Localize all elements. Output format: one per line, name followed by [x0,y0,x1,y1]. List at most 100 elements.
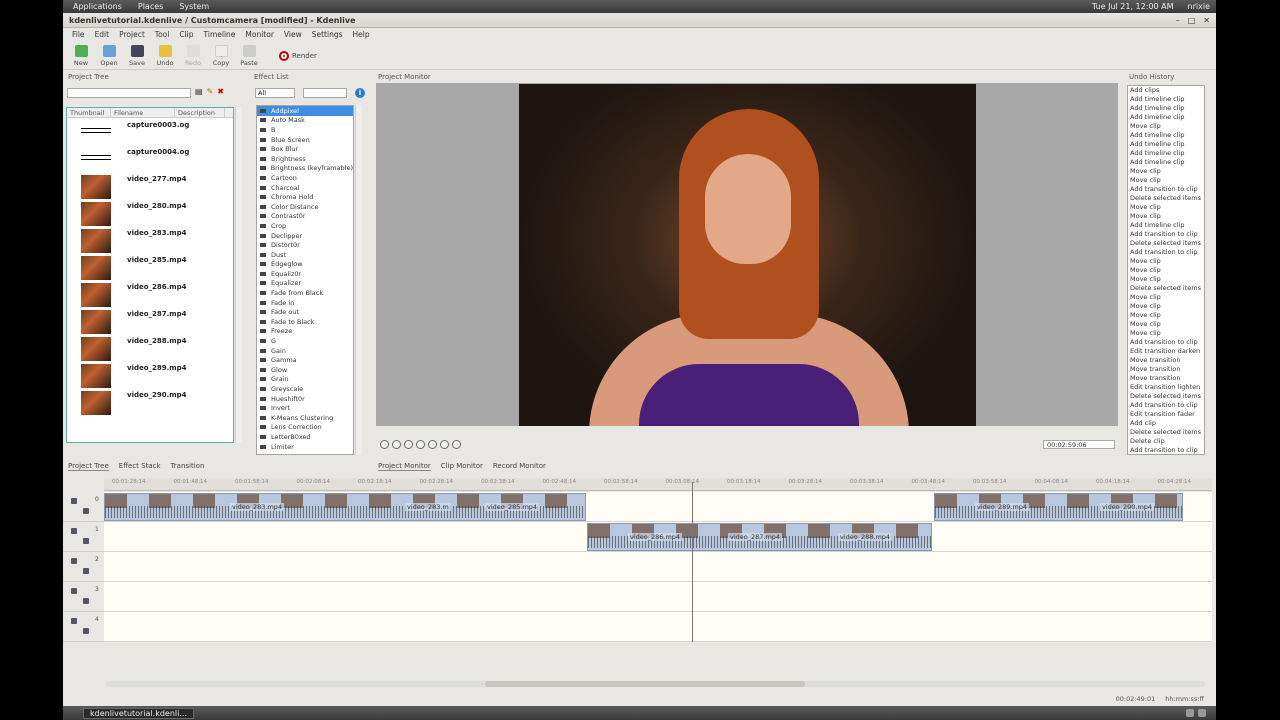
next-frame-icon[interactable] [416,440,425,449]
timeline-playhead[interactable] [692,482,693,642]
undo-history-item[interactable]: Move clip [1128,275,1204,284]
mute-icon[interactable] [71,498,77,504]
trash-icon[interactable] [1198,709,1206,717]
menu-edit[interactable]: Edit [90,29,115,41]
undo-history-item[interactable]: Add transition to clip [1128,446,1204,454]
project-item[interactable]: video_290.mp4 [67,388,233,415]
project-tree-search[interactable] [67,88,191,98]
effect-item[interactable]: Limiter [257,442,353,452]
redo-button[interactable]: Redo [181,45,205,69]
monitor-timecode[interactable]: 00:02:59:06 [1043,440,1115,449]
project-item[interactable]: video_286.mp4 [67,280,233,307]
undo-history-item[interactable]: Move clip [1128,122,1204,131]
menu-timeline[interactable]: Timeline [199,29,241,41]
track-header[interactable]: 1 [63,522,104,552]
project-item[interactable]: video_289.mp4 [67,361,233,388]
undo-history-item[interactable]: Move clip [1128,257,1204,266]
undo-history-item[interactable]: Add transition to clip [1128,401,1204,410]
undo-history-item[interactable]: Delete selected items [1128,239,1204,248]
zone-start-icon[interactable] [440,440,449,449]
undo-history-item[interactable]: Delete selected items [1128,428,1204,437]
timeline-clip[interactable]: video_289.mp4 video_290.mp4 [934,493,1183,521]
col-filename[interactable]: Filename [111,108,175,117]
forward-icon[interactable] [428,440,437,449]
undo-history-item[interactable]: Delete selected items [1128,194,1204,203]
effect-item[interactable]: Addpixel [257,106,353,116]
effect-item[interactable]: Lens Correction [257,423,353,433]
effect-item[interactable]: Grain [257,375,353,385]
effect-item[interactable]: Fade out [257,307,353,317]
add-clip-icon[interactable]: ▤ [195,87,203,96]
undo-history-item[interactable]: Add timeline clip [1128,158,1204,167]
menu-monitor[interactable]: Monitor [240,29,279,41]
effect-item[interactable]: Dust [257,250,353,260]
effect-item[interactable]: Blue Screen [257,135,353,145]
effect-search-input[interactable] [303,88,347,98]
effect-item[interactable]: G [257,336,353,346]
effect-item[interactable]: Charcoal [257,183,353,193]
menu-settings[interactable]: Settings [307,29,348,41]
undo-history-item[interactable]: Add transition to clip [1128,338,1204,347]
undo-history-item[interactable]: Add clips [1128,86,1204,95]
effect-item[interactable]: Declipper [257,231,353,241]
render-button[interactable]: Render [279,51,317,69]
paste-button[interactable]: Paste [237,45,261,69]
mute-icon[interactable] [71,618,77,624]
undo-history-item[interactable]: Add transition to clip [1128,185,1204,194]
undo-button[interactable]: Undo [153,45,177,69]
undo-history-item[interactable]: Delete selected items [1128,284,1204,293]
undo-history-item[interactable]: Add transition to clip [1128,230,1204,239]
undo-history-item[interactable]: Add transition to clip [1128,248,1204,257]
new-button[interactable]: New [69,45,93,69]
effect-item[interactable]: Greyscale [257,384,353,394]
undo-history-item[interactable]: Edit transition darken [1128,347,1204,356]
play-icon[interactable] [404,440,413,449]
effect-item[interactable]: Fade from Black [257,288,353,298]
menu-help[interactable]: Help [348,29,375,41]
effect-item[interactable]: Gain [257,346,353,356]
undo-history-item[interactable]: Add timeline clip [1128,104,1204,113]
menu-project[interactable]: Project [114,29,150,41]
menu-places[interactable]: Places [138,2,163,11]
track-header[interactable]: 0 [63,492,104,522]
timeline-clip[interactable]: video_283.mp4 video_283.m video_285.mp4 [104,493,586,521]
prev-frame-icon[interactable] [392,440,401,449]
lock-icon[interactable] [83,538,89,544]
workspace-icon[interactable] [1186,709,1194,717]
taskbar-kdenlive[interactable]: kdenlivetutorial.kdenli... [83,707,194,719]
undo-history-item[interactable]: Move clip [1128,266,1204,275]
timeline-clip[interactable]: video_286.mp4 video_287.mp4 video_288.mp4 [587,523,932,551]
track-header[interactable]: 2 [63,552,104,582]
effect-item[interactable]: Hueshift0r [257,394,353,404]
effect-item[interactable]: Brightness [257,154,353,164]
effect-item[interactable]: LetterB0xed [257,432,353,442]
rewind-icon[interactable] [380,440,389,449]
undo-history-item[interactable]: Edit transition lighten [1128,383,1204,392]
mute-icon[interactable] [71,588,77,594]
effect-item[interactable]: Brightness (keyframable) [257,164,353,174]
timeline-track[interactable] [104,612,1212,642]
undo-history-item[interactable]: Delete selected items [1128,392,1204,401]
effect-item[interactable]: Invert [257,403,353,413]
effect-item[interactable]: Glow [257,365,353,375]
effect-item[interactable]: Auto Mask [257,116,353,126]
maximize-icon[interactable]: □ [1188,16,1196,25]
save-button[interactable]: Save [125,45,149,69]
lock-icon[interactable] [83,598,89,604]
tab-transition[interactable]: Transition [171,462,205,471]
effect-item[interactable]: Equalizer [257,279,353,289]
mute-icon[interactable] [71,528,77,534]
effect-item[interactable]: Freeze [257,327,353,337]
undo-history-item[interactable]: Move clip [1128,167,1204,176]
effect-item[interactable]: Crop [257,221,353,231]
timeline-track[interactable] [104,582,1212,612]
undo-history-item[interactable]: Move clip [1128,311,1204,320]
undo-history-item[interactable]: Move clip [1128,293,1204,302]
project-item[interactable]: video_283.mp4 [67,226,233,253]
tab-project-tree[interactable]: Project Tree [68,462,109,471]
zone-end-icon[interactable] [452,440,461,449]
undo-history-item[interactable]: Move clip [1128,212,1204,221]
undo-history-item[interactable]: Move clip [1128,176,1204,185]
effect-filter-select[interactable]: All [255,88,295,98]
effect-item[interactable]: Chroma Hold [257,192,353,202]
